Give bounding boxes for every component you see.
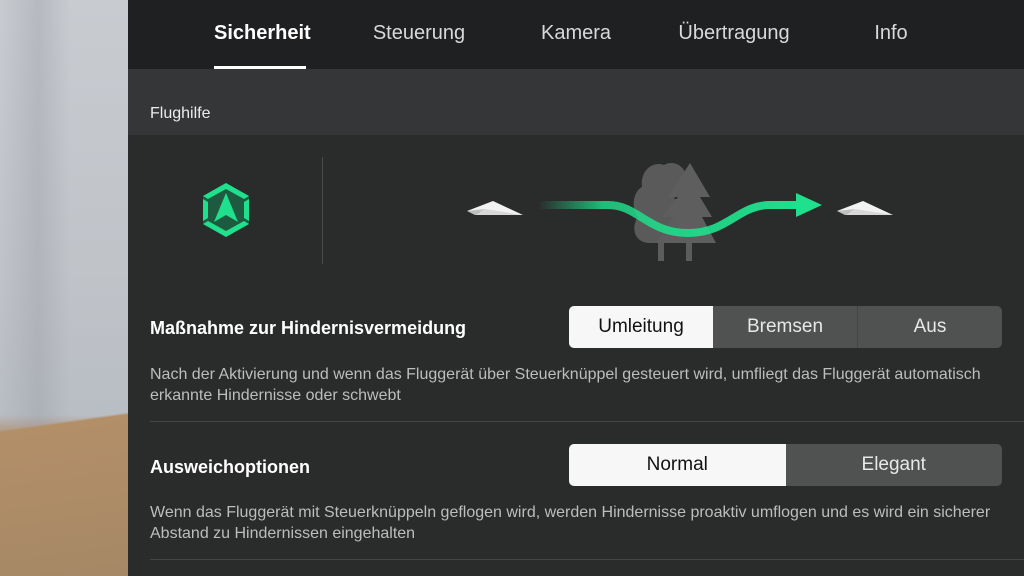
- option-label: Aus: [913, 316, 947, 337]
- option-label: Normal: [646, 454, 708, 475]
- option-label: Umleitung: [598, 316, 684, 337]
- bypass-options-segmented-control: Normal Elegant: [569, 444, 1002, 486]
- tab-label: Sicherheit: [214, 22, 311, 44]
- row-divider: [150, 559, 1024, 560]
- camera-feed-background: [0, 0, 128, 576]
- tab-uebertragung[interactable]: Übertragung: [674, 22, 794, 69]
- bypass-arrow-icon: [538, 193, 822, 238]
- option-umleitung[interactable]: Umleitung: [569, 306, 713, 348]
- option-elegant[interactable]: Elegant: [786, 444, 1003, 486]
- obstacle-action-title: Maßnahme zur Hindernisvermeidung: [150, 318, 467, 338]
- option-bremsen[interactable]: Bremsen: [713, 306, 857, 348]
- tab-label: Info: [874, 22, 908, 44]
- option-label: Bremsen: [746, 316, 824, 337]
- section-title: Flughilfe: [150, 105, 211, 122]
- tab-bar: Sicherheit Steuerung Kamera Übertragung …: [128, 0, 1024, 69]
- paper-plane-icon: [467, 201, 523, 215]
- settings-panel: Sicherheit Steuerung Kamera Übertragung …: [128, 0, 1024, 576]
- bypass-options-description: Wenn das Fluggerät mit Steuerknüppeln ge…: [150, 504, 991, 542]
- tab-label: Kamera: [540, 22, 612, 44]
- obstacle-action-segmented-control: Umleitung Bremsen Aus: [569, 306, 1002, 348]
- section-header: Flughilfe: [128, 69, 1024, 135]
- paper-plane-icon: [837, 201, 893, 215]
- tab-kamera[interactable]: Kamera: [532, 22, 620, 69]
- obstacle-avoidance-hexagon-icon: [203, 183, 249, 237]
- tab-steuerung[interactable]: Steuerung: [364, 22, 474, 69]
- tab-label: Übertragung: [678, 22, 790, 44]
- option-label: Elegant: [861, 454, 926, 475]
- tab-sicherheit[interactable]: Sicherheit: [214, 22, 311, 69]
- option-normal[interactable]: Normal: [569, 444, 786, 486]
- tab-info[interactable]: Info: [868, 22, 914, 69]
- flight-assist-illustration: [128, 135, 1024, 295]
- row-divider: [150, 421, 1024, 422]
- option-aus[interactable]: Aus: [857, 306, 1002, 348]
- bypass-options-title: Ausweichoptionen: [150, 457, 311, 477]
- obstacle-action-description: Nach der Aktivierung und wenn das Flugge…: [150, 366, 981, 404]
- tab-label: Steuerung: [372, 22, 466, 44]
- vertical-divider: [322, 157, 323, 264]
